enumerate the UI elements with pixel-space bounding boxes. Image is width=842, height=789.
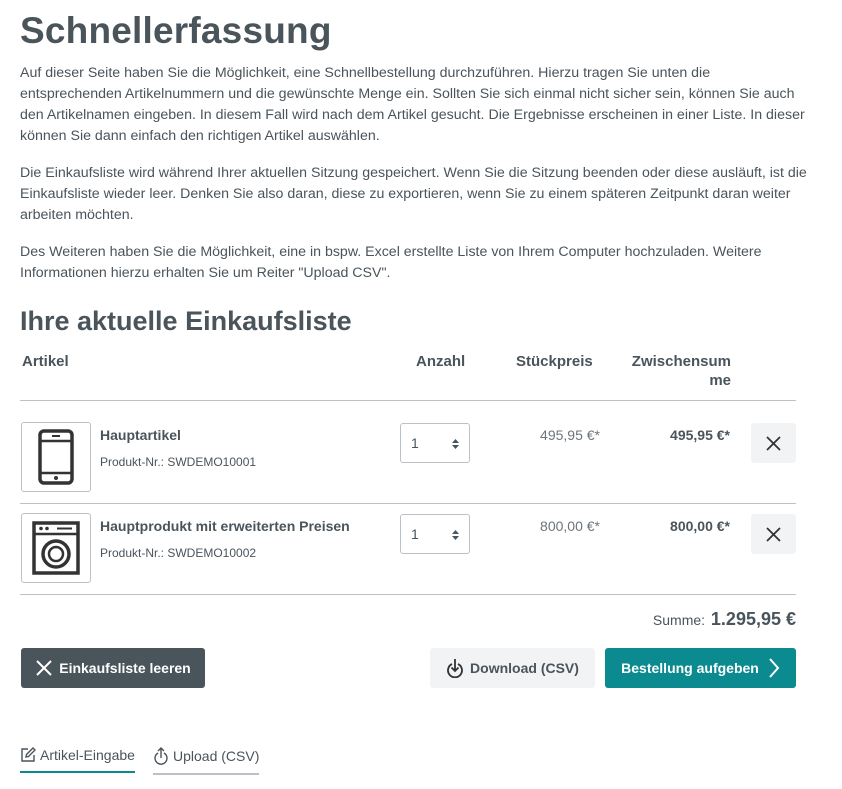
column-header-subtotal: Zwischensum me	[632, 352, 731, 390]
place-order-button[interactable]: Bestellung aufgeben	[605, 648, 796, 688]
remove-item-button[interactable]	[751, 514, 796, 554]
quantity-select[interactable]: 1	[400, 423, 470, 463]
page-title: Schnellerfassung	[20, 10, 332, 51]
quick-order-page: Schnellerfassung Auf dieser Seite haben …	[0, 0, 842, 789]
tab-upload-csv-label: Upload (CSV)	[173, 748, 260, 764]
intro-paragraph-1: Auf dieser Seite haben Sie die Möglichke…	[20, 65, 805, 144]
column-header-quantity: Anzahl	[416, 353, 466, 370]
close-icon	[766, 435, 781, 451]
column-header-subtotal-line1: Zwischensum	[631, 353, 731, 370]
intro-paragraph-3: Des Weiteren haben Sie die Möglichkeit, …	[20, 244, 762, 281]
sum-value: 1.295,95 €	[710, 609, 796, 629]
chevron-right-icon	[769, 658, 780, 678]
upload-icon	[154, 747, 168, 765]
select-arrows-icon	[452, 530, 459, 540]
clear-list-label: Einkaufsliste leeren	[59, 660, 191, 676]
place-order-label: Bestellung aufgeben	[621, 660, 759, 676]
product-name[interactable]: Hauptprodukt mit erweiterten Preisen	[100, 518, 350, 534]
divider	[20, 594, 796, 595]
unit-price: 800,00 €*	[540, 518, 600, 534]
cart-title: Ihre aktuelle Einkaufsliste	[20, 306, 352, 336]
product-image[interactable]	[21, 422, 91, 492]
washing-machine-icon	[32, 521, 80, 575]
product-number: Produkt-Nr.: SWDEMO10001	[100, 455, 257, 469]
column-header-subtotal-line2: me	[709, 372, 731, 389]
sum-label: Summe:	[652, 612, 706, 628]
download-icon	[447, 659, 463, 678]
line-subtotal: 800,00 €*	[670, 518, 730, 534]
tab-upload-csv[interactable]: Upload (CSV)	[153, 747, 260, 775]
clear-list-button[interactable]: Einkaufsliste leeren	[21, 648, 205, 688]
divider	[20, 400, 796, 401]
column-header-unit-price: Stückpreis	[516, 353, 593, 370]
tab-article-input[interactable]: Artikel-Eingabe	[20, 747, 135, 773]
smartphone-icon	[38, 429, 74, 485]
remove-item-button[interactable]	[751, 423, 796, 463]
download-csv-button[interactable]: Download (CSV)	[430, 648, 595, 688]
edit-icon	[21, 747, 36, 762]
cart-sum: Summe: 1.295,95 €	[653, 609, 796, 630]
divider	[20, 503, 796, 504]
line-subtotal: 495,95 €*	[670, 427, 730, 443]
product-image[interactable]	[21, 513, 91, 583]
close-icon	[766, 526, 781, 542]
quantity-value: 1	[411, 435, 419, 451]
product-name[interactable]: Hauptartikel	[100, 427, 181, 443]
tab-article-input-label: Artikel-Eingabe	[40, 747, 135, 763]
intro-paragraph-2: Die Einkaufsliste wird während Ihrer akt…	[20, 165, 807, 223]
unit-price: 495,95 €*	[540, 427, 600, 443]
quantity-select[interactable]: 1	[400, 514, 470, 554]
download-csv-label: Download (CSV)	[470, 660, 579, 676]
close-icon	[36, 660, 52, 676]
quantity-value: 1	[411, 526, 419, 542]
column-header-article: Artikel	[22, 353, 69, 370]
select-arrows-icon	[452, 439, 459, 449]
product-number: Produkt-Nr.: SWDEMO10002	[100, 546, 257, 560]
